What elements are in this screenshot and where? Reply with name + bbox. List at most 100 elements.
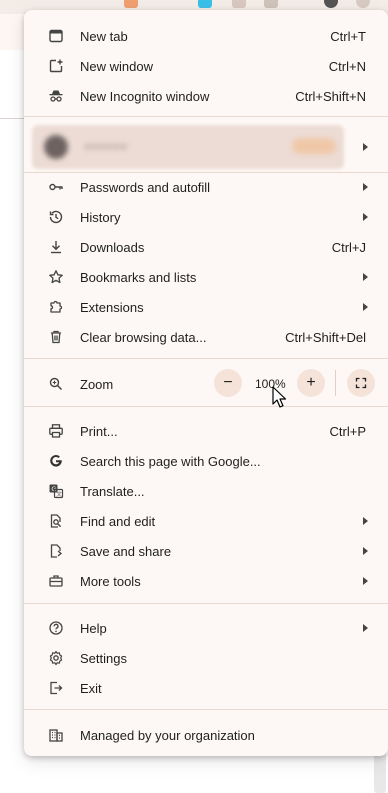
shortcut-text: Ctrl+N: [328, 58, 366, 74]
menu-item-clear-browsing-data[interactable]: Clear browsing data... Ctrl+Shift+Del: [24, 322, 388, 352]
menu-item-label: Bookmarks and lists: [80, 269, 197, 285]
extension-icon[interactable]: [232, 0, 246, 8]
chrome-app-menu: New tab Ctrl+T New window Ctrl+N New Inc…: [24, 10, 388, 756]
avatar: [44, 135, 68, 159]
help-icon: [48, 620, 64, 636]
extension-icon[interactable]: [198, 0, 212, 8]
separator: [24, 406, 388, 407]
submenu-arrow-icon: [363, 213, 368, 221]
separator: [24, 603, 388, 604]
profile-avatar-icon[interactable]: [324, 0, 338, 8]
menu-item-label: Find and edit: [80, 513, 156, 529]
submenu-arrow-icon: [363, 143, 368, 151]
menu-item-extensions[interactable]: Extensions: [24, 292, 388, 322]
shortcut-text: Ctrl+P: [329, 423, 366, 439]
menu-item-label: Clear browsing data...: [80, 329, 207, 345]
menu-item-bookmarks[interactable]: Bookmarks and lists: [24, 262, 388, 292]
menu-item-print[interactable]: Print... Ctrl+P: [24, 416, 388, 446]
incognito-icon: [48, 88, 64, 104]
menu-kebab-icon[interactable]: [356, 0, 370, 8]
menu-item-label: Translate...: [80, 483, 145, 499]
menu-item-translate[interactable]: G文 Translate...: [24, 476, 388, 506]
menu-item-help[interactable]: Help: [24, 613, 388, 643]
print-icon: [48, 423, 64, 439]
submenu-arrow-icon: [363, 547, 368, 555]
menu-item-label: Passwords and autofill: [80, 179, 211, 195]
menu-item-label: Settings: [80, 650, 127, 666]
new-tab-icon: [48, 28, 64, 44]
zoom-row: Zoom: [24, 369, 388, 399]
menu-item-label: Help: [80, 620, 107, 636]
translate-icon: G文: [48, 483, 64, 499]
save-share-icon: [48, 543, 64, 559]
menu-item-new-tab[interactable]: New tab Ctrl+T: [24, 21, 388, 51]
trash-icon: [48, 329, 64, 345]
shortcut-text: Ctrl+Shift+Del: [285, 329, 366, 345]
menu-item-label: Search this page with Google...: [80, 453, 261, 469]
fullscreen-button[interactable]: [347, 369, 375, 397]
puzzle-icon: [48, 299, 64, 315]
menu-item-save-and-share[interactable]: Save and share: [24, 536, 388, 566]
extension-icon[interactable]: [124, 0, 138, 8]
menu-item-history[interactable]: History: [24, 202, 388, 232]
exit-icon: [48, 680, 64, 696]
menu-item-new-window[interactable]: New window Ctrl+N: [24, 51, 388, 81]
new-window-icon: [48, 58, 64, 74]
divider: [335, 370, 336, 396]
find-icon: [48, 513, 64, 529]
menu-item-label: New Incognito window: [80, 88, 210, 104]
menu-item-passwords[interactable]: Passwords and autofill: [24, 172, 388, 202]
menu-item-label: New tab: [80, 28, 128, 44]
menu-item-label: History: [80, 209, 121, 225]
mouse-cursor-icon: [272, 386, 286, 408]
menu-item-label: Print...: [80, 423, 118, 439]
minus-icon: −: [223, 374, 233, 391]
zoom-in-button[interactable]: +: [297, 369, 325, 397]
key-icon: [48, 179, 64, 195]
history-icon: [48, 209, 64, 225]
separator: [24, 116, 388, 117]
magnifier-icon: [48, 376, 64, 392]
download-icon: [48, 239, 64, 255]
menu-item-exit[interactable]: Exit: [24, 673, 388, 703]
menu-item-downloads[interactable]: Downloads Ctrl+J: [24, 232, 388, 262]
gear-icon: [48, 650, 64, 666]
menu-item-more-tools[interactable]: More tools: [24, 566, 388, 596]
zoom-label: Zoom: [80, 376, 114, 392]
menu-item-label: Exit: [80, 680, 102, 696]
zoom-out-button[interactable]: −: [214, 369, 242, 397]
menu-item-label: Save and share: [80, 543, 172, 559]
managed-by-organization[interactable]: Managed by your organization: [24, 720, 388, 750]
submenu-arrow-icon: [363, 273, 368, 281]
menu-item-settings[interactable]: Settings: [24, 643, 388, 673]
profile-badge-blurred: [292, 138, 336, 154]
plus-icon: +: [306, 374, 316, 391]
menu-item-label: Extensions: [80, 299, 144, 315]
svg-text:文: 文: [56, 490, 62, 498]
managed-label: Managed by your organization: [80, 727, 255, 743]
menu-item-search-with-google[interactable]: Search this page with Google...: [24, 446, 388, 476]
star-icon: [48, 269, 64, 285]
menu-item-label: New window: [80, 58, 153, 74]
extension-icon[interactable]: [264, 0, 278, 8]
separator: [24, 709, 388, 710]
submenu-arrow-icon: [363, 303, 368, 311]
toolbox-icon: [48, 573, 64, 589]
profile-name-blurred: ●●●●●●: [84, 139, 128, 153]
menu-item-new-incognito[interactable]: New Incognito window Ctrl+Shift+N: [24, 81, 388, 111]
shortcut-text: Ctrl+T: [330, 28, 366, 44]
shortcut-text: Ctrl+Shift+N: [295, 88, 366, 104]
menu-item-label: Downloads: [80, 239, 145, 255]
submenu-arrow-icon: [363, 183, 368, 191]
shortcut-text: Ctrl+J: [331, 239, 366, 255]
building-icon: [48, 727, 64, 743]
submenu-arrow-icon: [363, 624, 368, 632]
google-icon: [48, 453, 64, 469]
submenu-arrow-icon: [363, 517, 368, 525]
profile-row[interactable]: ●●●●●●: [32, 125, 344, 169]
menu-item-label: More tools: [80, 573, 141, 589]
menu-item-find-and-edit[interactable]: Find and edit: [24, 506, 388, 536]
fullscreen-icon: [355, 377, 367, 389]
separator: [24, 358, 388, 359]
submenu-arrow-icon: [363, 577, 368, 585]
